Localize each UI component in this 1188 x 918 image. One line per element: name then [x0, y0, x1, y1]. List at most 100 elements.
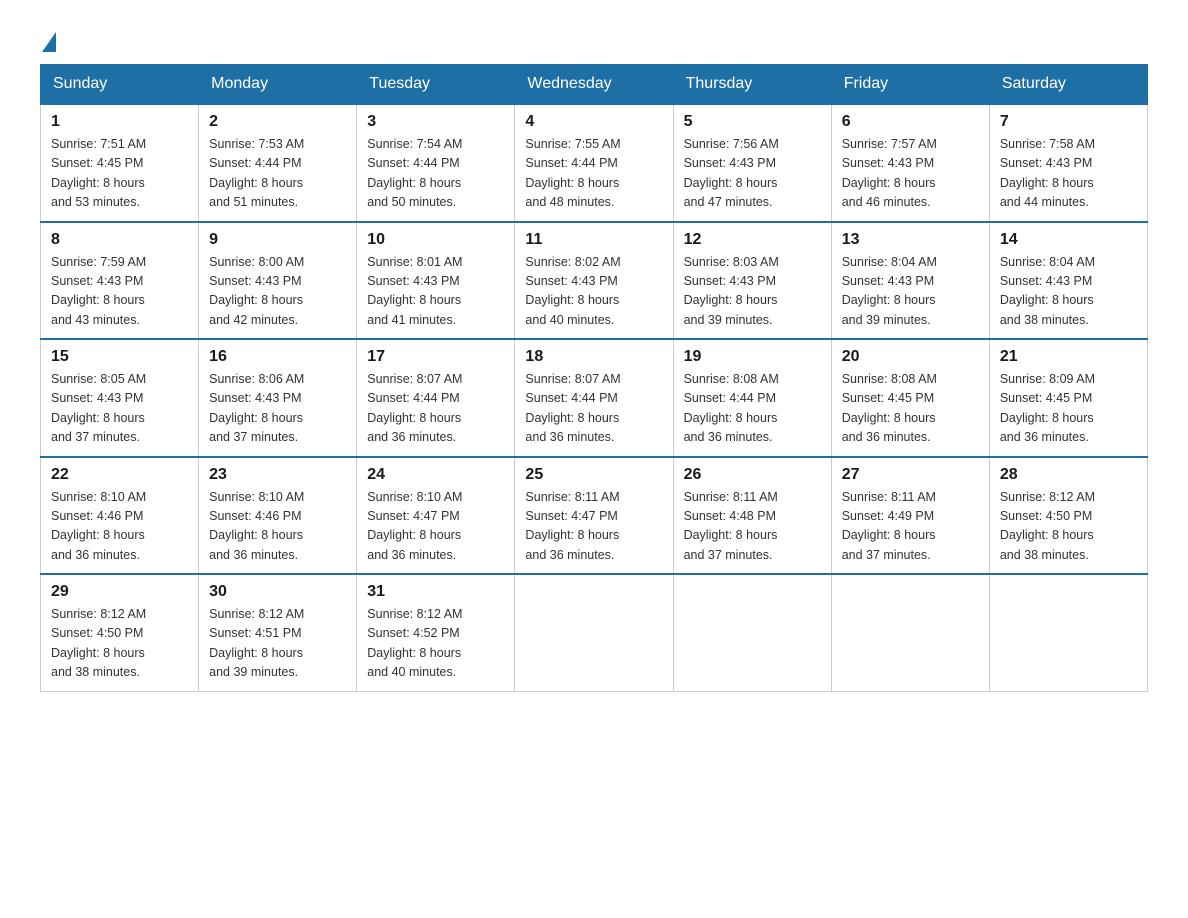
logo	[40, 30, 58, 44]
day-info: Sunrise: 8:02 AM Sunset: 4:43 PM Dayligh…	[525, 253, 662, 331]
calendar-cell	[831, 574, 989, 691]
day-number: 4	[525, 113, 662, 131]
day-number: 18	[525, 348, 662, 366]
day-number: 8	[51, 231, 188, 249]
calendar-week-4: 22 Sunrise: 8:10 AM Sunset: 4:46 PM Dayl…	[41, 457, 1148, 575]
calendar-cell: 2 Sunrise: 7:53 AM Sunset: 4:44 PM Dayli…	[199, 104, 357, 222]
calendar-cell: 13 Sunrise: 8:04 AM Sunset: 4:43 PM Dayl…	[831, 222, 989, 340]
day-info: Sunrise: 8:11 AM Sunset: 4:49 PM Dayligh…	[842, 488, 979, 566]
day-number: 3	[367, 113, 504, 131]
calendar-cell: 31 Sunrise: 8:12 AM Sunset: 4:52 PM Dayl…	[357, 574, 515, 691]
calendar-cell: 3 Sunrise: 7:54 AM Sunset: 4:44 PM Dayli…	[357, 104, 515, 222]
calendar-cell: 10 Sunrise: 8:01 AM Sunset: 4:43 PM Dayl…	[357, 222, 515, 340]
calendar-cell: 7 Sunrise: 7:58 AM Sunset: 4:43 PM Dayli…	[989, 104, 1147, 222]
day-info: Sunrise: 8:08 AM Sunset: 4:44 PM Dayligh…	[684, 370, 821, 448]
day-info: Sunrise: 7:58 AM Sunset: 4:43 PM Dayligh…	[1000, 135, 1137, 213]
day-info: Sunrise: 7:56 AM Sunset: 4:43 PM Dayligh…	[684, 135, 821, 213]
day-info: Sunrise: 8:10 AM Sunset: 4:46 PM Dayligh…	[51, 488, 188, 566]
day-info: Sunrise: 8:07 AM Sunset: 4:44 PM Dayligh…	[367, 370, 504, 448]
day-number: 6	[842, 113, 979, 131]
day-info: Sunrise: 8:12 AM Sunset: 4:50 PM Dayligh…	[51, 605, 188, 683]
calendar-cell: 11 Sunrise: 8:02 AM Sunset: 4:43 PM Dayl…	[515, 222, 673, 340]
weekday-header-monday: Monday	[199, 65, 357, 105]
day-number: 25	[525, 466, 662, 484]
calendar-week-2: 8 Sunrise: 7:59 AM Sunset: 4:43 PM Dayli…	[41, 222, 1148, 340]
calendar-cell: 15 Sunrise: 8:05 AM Sunset: 4:43 PM Dayl…	[41, 339, 199, 457]
weekday-header-row: SundayMondayTuesdayWednesdayThursdayFrid…	[41, 65, 1148, 105]
day-number: 28	[1000, 466, 1137, 484]
page-header	[40, 30, 1148, 44]
calendar-cell: 17 Sunrise: 8:07 AM Sunset: 4:44 PM Dayl…	[357, 339, 515, 457]
calendar-cell: 8 Sunrise: 7:59 AM Sunset: 4:43 PM Dayli…	[41, 222, 199, 340]
logo-text	[40, 30, 58, 50]
day-number: 21	[1000, 348, 1137, 366]
day-number: 27	[842, 466, 979, 484]
calendar-cell: 9 Sunrise: 8:00 AM Sunset: 4:43 PM Dayli…	[199, 222, 357, 340]
calendar-cell: 4 Sunrise: 7:55 AM Sunset: 4:44 PM Dayli…	[515, 104, 673, 222]
calendar-cell: 24 Sunrise: 8:10 AM Sunset: 4:47 PM Dayl…	[357, 457, 515, 575]
weekday-header-thursday: Thursday	[673, 65, 831, 105]
calendar-cell: 12 Sunrise: 8:03 AM Sunset: 4:43 PM Dayl…	[673, 222, 831, 340]
weekday-header-tuesday: Tuesday	[357, 65, 515, 105]
day-info: Sunrise: 8:00 AM Sunset: 4:43 PM Dayligh…	[209, 253, 346, 331]
day-number: 1	[51, 113, 188, 131]
day-number: 10	[367, 231, 504, 249]
day-info: Sunrise: 8:10 AM Sunset: 4:47 PM Dayligh…	[367, 488, 504, 566]
day-info: Sunrise: 7:54 AM Sunset: 4:44 PM Dayligh…	[367, 135, 504, 213]
weekday-header-friday: Friday	[831, 65, 989, 105]
calendar-cell	[989, 574, 1147, 691]
day-info: Sunrise: 8:08 AM Sunset: 4:45 PM Dayligh…	[842, 370, 979, 448]
calendar-week-1: 1 Sunrise: 7:51 AM Sunset: 4:45 PM Dayli…	[41, 104, 1148, 222]
day-info: Sunrise: 7:53 AM Sunset: 4:44 PM Dayligh…	[209, 135, 346, 213]
day-number: 9	[209, 231, 346, 249]
day-info: Sunrise: 8:09 AM Sunset: 4:45 PM Dayligh…	[1000, 370, 1137, 448]
day-number: 29	[51, 583, 188, 601]
calendar-cell: 14 Sunrise: 8:04 AM Sunset: 4:43 PM Dayl…	[989, 222, 1147, 340]
day-info: Sunrise: 8:03 AM Sunset: 4:43 PM Dayligh…	[684, 253, 821, 331]
calendar-cell: 30 Sunrise: 8:12 AM Sunset: 4:51 PM Dayl…	[199, 574, 357, 691]
day-info: Sunrise: 8:01 AM Sunset: 4:43 PM Dayligh…	[367, 253, 504, 331]
calendar-cell: 5 Sunrise: 7:56 AM Sunset: 4:43 PM Dayli…	[673, 104, 831, 222]
calendar-cell: 20 Sunrise: 8:08 AM Sunset: 4:45 PM Dayl…	[831, 339, 989, 457]
day-number: 11	[525, 231, 662, 249]
day-info: Sunrise: 8:07 AM Sunset: 4:44 PM Dayligh…	[525, 370, 662, 448]
day-number: 20	[842, 348, 979, 366]
day-number: 31	[367, 583, 504, 601]
day-info: Sunrise: 7:59 AM Sunset: 4:43 PM Dayligh…	[51, 253, 188, 331]
day-info: Sunrise: 8:11 AM Sunset: 4:48 PM Dayligh…	[684, 488, 821, 566]
calendar-cell: 6 Sunrise: 7:57 AM Sunset: 4:43 PM Dayli…	[831, 104, 989, 222]
day-info: Sunrise: 8:10 AM Sunset: 4:46 PM Dayligh…	[209, 488, 346, 566]
weekday-header-wednesday: Wednesday	[515, 65, 673, 105]
weekday-header-sunday: Sunday	[41, 65, 199, 105]
day-info: Sunrise: 7:57 AM Sunset: 4:43 PM Dayligh…	[842, 135, 979, 213]
calendar-cell: 21 Sunrise: 8:09 AM Sunset: 4:45 PM Dayl…	[989, 339, 1147, 457]
day-number: 16	[209, 348, 346, 366]
day-number: 12	[684, 231, 821, 249]
day-info: Sunrise: 8:06 AM Sunset: 4:43 PM Dayligh…	[209, 370, 346, 448]
day-number: 17	[367, 348, 504, 366]
day-info: Sunrise: 8:12 AM Sunset: 4:50 PM Dayligh…	[1000, 488, 1137, 566]
calendar-week-5: 29 Sunrise: 8:12 AM Sunset: 4:50 PM Dayl…	[41, 574, 1148, 691]
day-number: 19	[684, 348, 821, 366]
day-info: Sunrise: 8:12 AM Sunset: 4:51 PM Dayligh…	[209, 605, 346, 683]
day-info: Sunrise: 8:12 AM Sunset: 4:52 PM Dayligh…	[367, 605, 504, 683]
day-info: Sunrise: 8:11 AM Sunset: 4:47 PM Dayligh…	[525, 488, 662, 566]
day-number: 22	[51, 466, 188, 484]
day-number: 13	[842, 231, 979, 249]
day-number: 5	[684, 113, 821, 131]
calendar-cell: 26 Sunrise: 8:11 AM Sunset: 4:48 PM Dayl…	[673, 457, 831, 575]
calendar-cell: 25 Sunrise: 8:11 AM Sunset: 4:47 PM Dayl…	[515, 457, 673, 575]
day-info: Sunrise: 8:04 AM Sunset: 4:43 PM Dayligh…	[842, 253, 979, 331]
calendar-cell: 1 Sunrise: 7:51 AM Sunset: 4:45 PM Dayli…	[41, 104, 199, 222]
calendar-cell: 23 Sunrise: 8:10 AM Sunset: 4:46 PM Dayl…	[199, 457, 357, 575]
day-number: 26	[684, 466, 821, 484]
day-info: Sunrise: 7:55 AM Sunset: 4:44 PM Dayligh…	[525, 135, 662, 213]
calendar-cell	[673, 574, 831, 691]
logo-triangle-icon	[42, 32, 56, 52]
day-number: 24	[367, 466, 504, 484]
day-info: Sunrise: 7:51 AM Sunset: 4:45 PM Dayligh…	[51, 135, 188, 213]
day-number: 15	[51, 348, 188, 366]
day-number: 2	[209, 113, 346, 131]
calendar-cell: 18 Sunrise: 8:07 AM Sunset: 4:44 PM Dayl…	[515, 339, 673, 457]
day-number: 14	[1000, 231, 1137, 249]
